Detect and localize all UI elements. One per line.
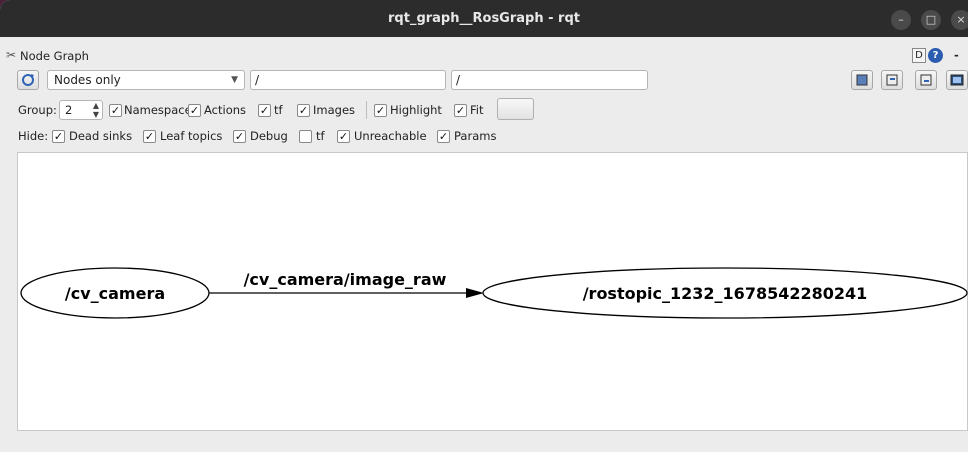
hide-tf-checkbox[interactable] — [299, 130, 312, 143]
source-node-label: /cv_camera — [65, 284, 165, 303]
image-icon — [950, 74, 964, 86]
dead-sinks-checkbox[interactable]: ✓ — [52, 130, 65, 143]
group-spinbox[interactable]: 2 ▲ ▼ — [59, 100, 103, 120]
minimize-button[interactable]: – — [891, 10, 911, 30]
save-svg-button[interactable] — [915, 70, 937, 90]
debug-checkbox[interactable]: ✓ — [233, 130, 246, 143]
node-graph-icon: ✂ — [6, 48, 17, 62]
separator — [366, 101, 367, 119]
highlight-label: Highlight — [390, 103, 442, 117]
maximize-button[interactable]: □ — [921, 10, 941, 30]
actions-checkbox[interactable]: ✓ — [188, 104, 201, 117]
spin-arrows-icon: ▲ ▼ — [92, 101, 99, 119]
fit-in-view-button[interactable] — [497, 98, 534, 120]
edge-topic-label[interactable]: /cv_camera/image_raw — [244, 270, 447, 289]
window-title: rqt_graph__RosGraph - rqt — [388, 11, 580, 26]
load-dot-button[interactable] — [851, 70, 873, 90]
node-filter-input[interactable]: / — [250, 70, 446, 90]
tf-checkbox[interactable]: ✓ — [258, 104, 271, 117]
refresh-icon — [22, 74, 34, 86]
images-checkbox[interactable]: ✓ — [297, 104, 310, 117]
unreachable-checkbox[interactable]: ✓ — [337, 130, 350, 143]
refresh-button[interactable] — [17, 70, 39, 90]
namespaces-checkbox[interactable]: ✓ — [109, 104, 122, 117]
title-bar[interactable]: rqt_graph__RosGraph - rqt – □ × — [0, 0, 968, 37]
help-icon[interactable]: ? — [928, 48, 943, 63]
group-label: Group: — [18, 103, 57, 117]
chevron-down-icon: ▼ — [231, 75, 238, 85]
leaf-topics-label: Leaf topics — [160, 129, 223, 143]
close-button[interactable]: × — [951, 10, 968, 30]
load-icon — [856, 74, 868, 86]
close-plugin-button[interactable]: - — [954, 48, 959, 62]
mode-select[interactable]: Nodes only ▼ — [47, 70, 245, 90]
namespaces-label: Namespaces — [124, 103, 198, 117]
leaf-topics-checkbox[interactable]: ✓ — [143, 130, 156, 143]
images-label: Images — [313, 103, 356, 117]
fit-label: Fit — [470, 103, 484, 117]
group-value: 2 — [65, 103, 73, 117]
mode-select-value: Nodes only — [54, 73, 121, 87]
highlight-checkbox[interactable]: ✓ — [374, 104, 387, 117]
plugin-title: Node Graph — [20, 49, 89, 63]
unreachable-label: Unreachable — [354, 129, 427, 143]
graph-view[interactable]: /cv_camera /cv_camera/image_raw /rostopi… — [17, 152, 968, 431]
topic-filter-input[interactable]: / — [451, 70, 648, 90]
debug-label: Debug — [250, 129, 288, 143]
save-dot-icon — [886, 74, 898, 86]
hide-tf-label: tf — [316, 129, 325, 143]
dead-sinks-label: Dead sinks — [69, 129, 133, 143]
target-node-label: /rostopic_1232_1678542280241 — [583, 284, 868, 303]
actions-label: Actions — [204, 103, 247, 117]
hide-label: Hide: — [18, 129, 49, 143]
params-checkbox[interactable]: ✓ — [437, 130, 450, 143]
params-label: Params — [454, 129, 497, 143]
edge-arrowhead — [466, 288, 484, 298]
save-image-button[interactable] — [946, 70, 968, 90]
tf-label: tf — [274, 103, 283, 117]
save-dot-button[interactable] — [881, 70, 903, 90]
save-svg-icon — [920, 74, 932, 86]
graph-svg: /cv_camera /cv_camera/image_raw /rostopi… — [20, 267, 968, 319]
fit-checkbox[interactable]: ✓ — [454, 104, 467, 117]
d-button[interactable]: D — [912, 48, 926, 63]
rqt-window: rqt_graph__RosGraph - rqt – □ × ✂ Node G… — [0, 0, 968, 452]
